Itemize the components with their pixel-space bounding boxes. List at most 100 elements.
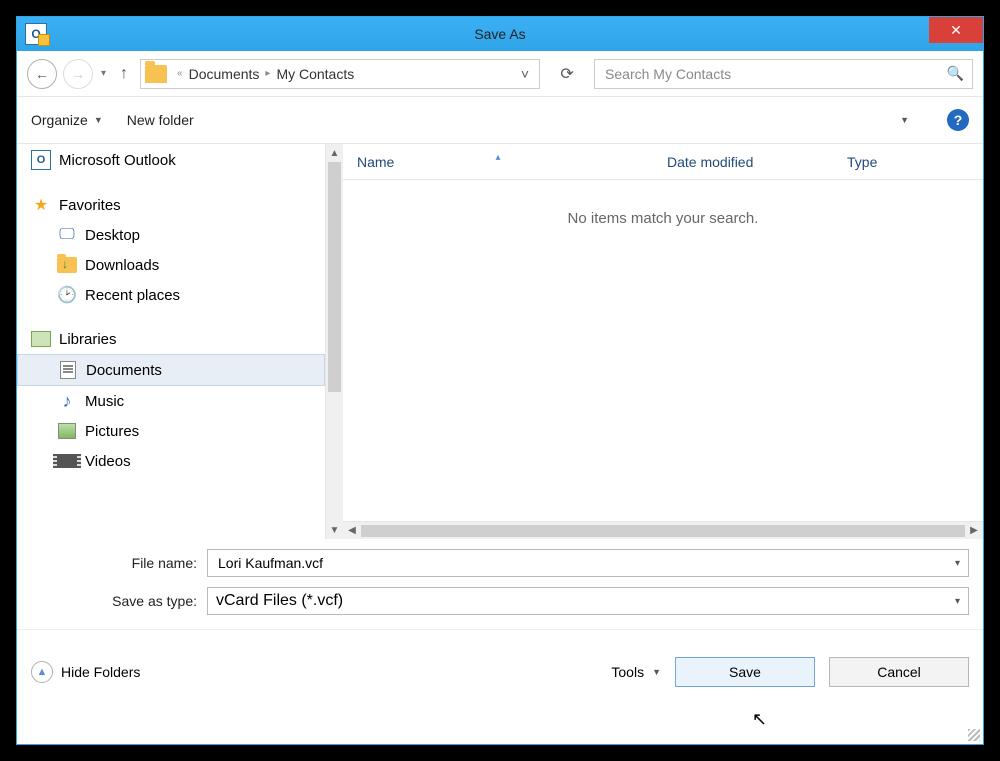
filename-dropdown[interactable]: ▾ xyxy=(949,558,960,569)
desktop-icon: 🖵 xyxy=(57,226,77,244)
search-box[interactable]: 🔍 xyxy=(594,59,973,89)
sidebar-item-libraries[interactable]: Libraries xyxy=(17,324,325,354)
sidebar-item-label: Desktop xyxy=(85,227,140,244)
arrow-left-icon: ← xyxy=(35,66,49,82)
breadcrumb-dropdown[interactable]: ˅ xyxy=(515,66,535,82)
file-h-scrollbar[interactable]: ◀ ▶ xyxy=(343,521,983,539)
scroll-thumb[interactable] xyxy=(361,525,965,537)
nav-toolbar: ← → ▾ ↑ « Documents ▸ My Contacts ˅ ⟳ 🔍 xyxy=(17,51,983,97)
hide-folders-label: Hide Folders xyxy=(61,664,140,680)
sidebar-item-label: Favorites xyxy=(59,197,121,214)
libraries-icon xyxy=(31,331,51,347)
save-label: Save xyxy=(729,664,761,680)
downloads-icon xyxy=(57,257,77,273)
sidebar-item-documents[interactable]: Documents xyxy=(17,354,325,386)
save-as-dialog: O Save As ✕ ← → ▾ ↑ « Documents ▸ My Con… xyxy=(16,16,984,745)
nav-history-dropdown[interactable]: ▾ xyxy=(99,68,108,79)
filename-field[interactable]: ▾ xyxy=(207,549,969,577)
cancel-label: Cancel xyxy=(877,664,921,680)
sort-asc-icon: ▴ xyxy=(495,152,500,163)
document-icon xyxy=(60,361,76,379)
help-icon: ? xyxy=(954,112,963,128)
dialog-footer: ▲ Hide Folders Tools ▼ Save Cancel xyxy=(17,647,983,701)
close-button[interactable]: ✕ xyxy=(929,17,983,43)
sidebar-item-label: Music xyxy=(85,393,124,410)
sidebar-item-label: Pictures xyxy=(85,423,139,440)
nav-back-button[interactable]: ← xyxy=(27,59,57,89)
save-button[interactable]: Save xyxy=(675,657,815,687)
column-name[interactable]: ▴ Name xyxy=(343,154,653,170)
chevron-right-icon: ▸ xyxy=(261,68,274,79)
column-date-modified[interactable]: Date modified xyxy=(653,154,833,170)
hide-folders-toggle[interactable]: ▲ Hide Folders xyxy=(31,661,140,683)
sidebar-item-label: Downloads xyxy=(85,257,159,274)
star-icon: ★ xyxy=(31,196,51,214)
sidebar-item-recent[interactable]: 🕑 Recent places xyxy=(17,280,325,310)
titlebar: O Save As ✕ xyxy=(17,17,983,51)
filename-input[interactable] xyxy=(216,554,949,572)
sidebar-item-favorites[interactable]: ★ Favorites xyxy=(17,190,325,220)
pictures-icon xyxy=(58,423,76,439)
scroll-up-icon[interactable]: ▲ xyxy=(326,144,343,162)
chevron-down-icon: ▼ xyxy=(900,115,909,125)
sidebar-item-label: Libraries xyxy=(59,331,117,348)
save-as-type-value: vCard Files (*.vcf) xyxy=(216,592,949,610)
sidebar-scrollbar[interactable]: ▲ ▼ xyxy=(325,144,343,539)
filename-label: File name: xyxy=(31,555,207,571)
scroll-thumb[interactable] xyxy=(328,162,341,392)
nav-sidebar: O Microsoft Outlook ★ Favorites 🖵 Deskto… xyxy=(17,144,325,539)
sidebar-item-outlook[interactable]: O Microsoft Outlook xyxy=(17,144,325,176)
arrow-right-icon: → xyxy=(71,66,85,82)
window-title: Save As xyxy=(474,26,525,42)
sidebar-item-pictures[interactable]: Pictures xyxy=(17,416,325,446)
search-icon: 🔍 xyxy=(947,65,964,82)
music-icon: ♪ xyxy=(57,392,77,410)
organize-label: Organize xyxy=(31,112,88,128)
file-list-pane: ▴ Name Date modified Type No items match… xyxy=(343,144,983,539)
sidebar-item-label: Documents xyxy=(86,362,162,379)
refresh-button[interactable]: ⟳ xyxy=(552,59,582,89)
sidebar-item-downloads[interactable]: Downloads xyxy=(17,250,325,280)
sidebar-item-label: Microsoft Outlook xyxy=(59,152,176,169)
sidebar-item-label: Recent places xyxy=(85,287,180,304)
form-area: File name: ▾ Save as type: vCard Files (… xyxy=(17,539,983,629)
help-button[interactable]: ? xyxy=(947,109,969,131)
column-headers: ▴ Name Date modified Type xyxy=(343,144,983,180)
view-details-icon xyxy=(881,114,894,127)
breadcrumb-part[interactable]: Documents xyxy=(189,66,260,82)
scroll-left-icon[interactable]: ◀ xyxy=(343,525,361,536)
body-panes: O Microsoft Outlook ★ Favorites 🖵 Deskto… xyxy=(17,143,983,539)
tools-label: Tools xyxy=(611,664,644,680)
breadcrumb-part[interactable]: My Contacts xyxy=(276,66,354,82)
outlook-icon: O xyxy=(25,23,47,45)
new-folder-label: New folder xyxy=(127,112,194,128)
sidebar-item-desktop[interactable]: 🖵 Desktop xyxy=(17,220,325,250)
folder-icon xyxy=(145,65,167,83)
cursor-icon: ↖ xyxy=(752,709,767,730)
save-as-type-dropdown[interactable]: ▾ xyxy=(949,596,960,607)
sidebar-item-label: Videos xyxy=(85,453,131,470)
column-label: Name xyxy=(357,154,394,170)
sidebar-item-videos[interactable]: Videos xyxy=(17,446,325,476)
chevron-up-icon: ▲ xyxy=(31,661,53,683)
chevron-left-icon: « xyxy=(173,68,187,79)
column-type[interactable]: Type xyxy=(833,154,913,170)
scroll-right-icon[interactable]: ▶ xyxy=(965,525,983,536)
tools-menu[interactable]: Tools ▼ xyxy=(611,664,661,680)
nav-forward-button[interactable]: → xyxy=(63,59,93,89)
view-options-button[interactable]: ▼ xyxy=(881,114,909,127)
new-folder-button[interactable]: New folder xyxy=(127,112,194,128)
save-as-type-field[interactable]: vCard Files (*.vcf) ▾ xyxy=(207,587,969,615)
chevron-down-icon: ▼ xyxy=(94,115,103,125)
breadcrumb-bar[interactable]: « Documents ▸ My Contacts ˅ xyxy=(140,59,540,89)
cancel-button[interactable]: Cancel xyxy=(829,657,969,687)
resize-grip[interactable] xyxy=(968,729,980,741)
sidebar-item-music[interactable]: ♪ Music xyxy=(17,386,325,416)
scroll-down-icon[interactable]: ▼ xyxy=(326,521,343,539)
organize-menu[interactable]: Organize ▼ xyxy=(31,112,103,128)
empty-list-message: No items match your search. xyxy=(343,180,983,257)
nav-up-button[interactable]: ↑ xyxy=(114,65,134,83)
search-input[interactable] xyxy=(603,65,947,83)
recent-icon: 🕑 xyxy=(57,286,77,304)
command-toolbar: Organize ▼ New folder ▼ ? xyxy=(17,97,983,143)
